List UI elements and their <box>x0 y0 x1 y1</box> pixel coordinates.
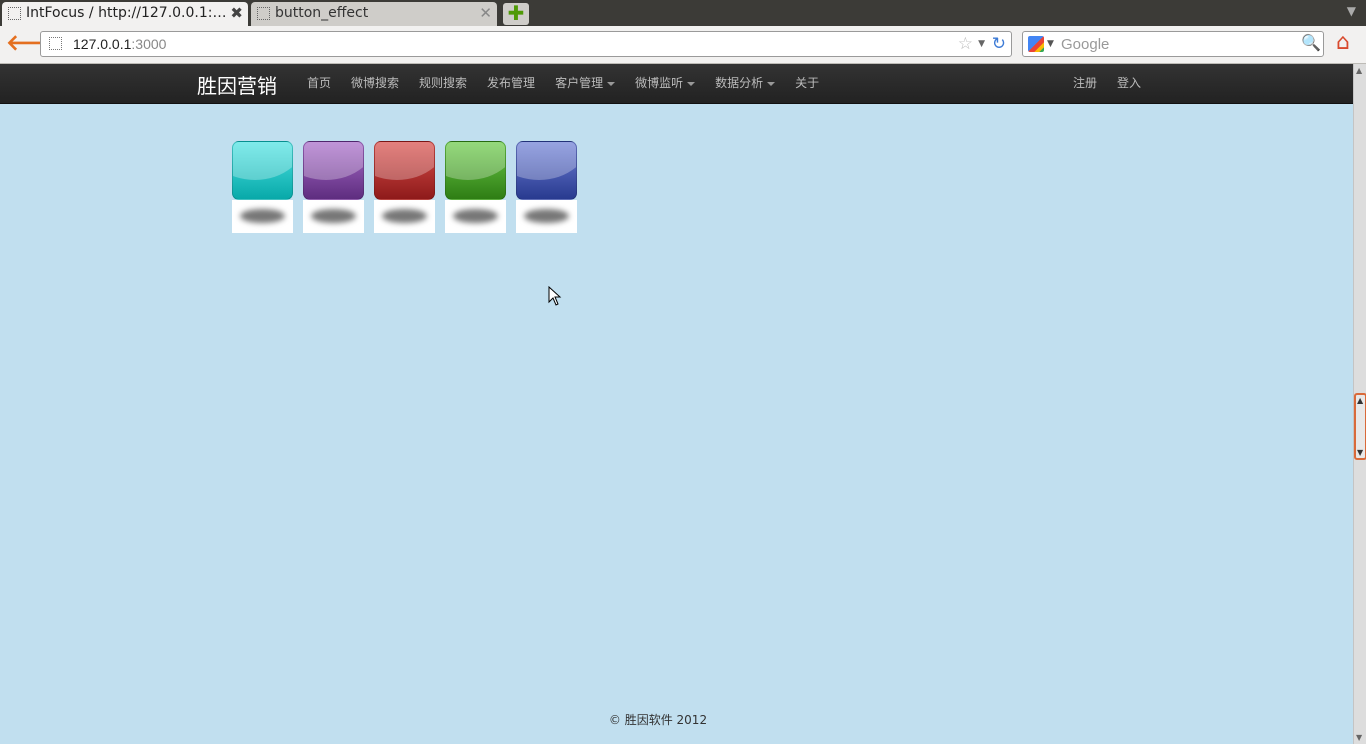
nav-label: 注册 <box>1073 76 1098 90</box>
reload-icon[interactable]: ↻ <box>992 34 1006 54</box>
red-glossy-button[interactable] <box>374 141 435 200</box>
page-icon <box>257 7 270 20</box>
url-text: 127.0.0.1:3000 <box>73 36 166 52</box>
nav-label: 客户管理 <box>555 76 604 90</box>
scroll-down-icon[interactable]: ▼ <box>1356 733 1362 742</box>
nav-login[interactable]: 登入 <box>1107 64 1151 104</box>
address-bar[interactable]: 127.0.0.1:3000 ☆ ▼ ↻ <box>40 31 1012 57</box>
history-dropdown-icon[interactable]: ▼ <box>978 39 985 49</box>
caret-down-icon <box>767 81 776 86</box>
url-port: :3000 <box>131 36 167 52</box>
tab-button-effect[interactable]: button_effect ✕ <box>251 2 497 26</box>
site-identity-icon[interactable] <box>49 37 62 50</box>
nav-label: 微博搜索 <box>351 76 400 90</box>
close-tab-icon[interactable]: ✖ <box>230 2 243 24</box>
new-tab-button[interactable]: ✚ <box>503 3 529 25</box>
nav-label: 关于 <box>795 76 820 90</box>
account-menu: 注册 登入 <box>1063 64 1151 104</box>
search-input[interactable]: Google <box>1061 36 1109 53</box>
close-tab-icon[interactable]: ✕ <box>479 2 492 24</box>
browser-toolbar: 🡐 127.0.0.1:3000 ☆ ▼ ↻ ▼ Google 🔍 ⌂ <box>0 26 1366 64</box>
green-glossy-button[interactable] <box>445 141 506 200</box>
cyan-glossy-button[interactable] <box>232 141 293 200</box>
browser-tab-bar: IntFocus / http://127.0.0.1:… ✖ button_e… <box>0 0 1366 26</box>
button-reflection <box>445 200 506 233</box>
page-icon <box>8 7 21 20</box>
button-reflection <box>303 200 364 233</box>
caret-down-icon <box>607 81 616 86</box>
tile-cyan <box>232 140 293 233</box>
nav-home[interactable]: 首页 <box>297 64 341 104</box>
site-navbar: 胜因营销 首页 微博搜索 规则搜索 发布管理 客户管理 微博监听 数据分析 关于… <box>0 64 1353 104</box>
nav-label: 首页 <box>307 76 332 90</box>
button-reflection <box>374 200 435 233</box>
nav-customer-management[interactable]: 客户管理 <box>545 64 625 104</box>
site-brand[interactable]: 胜因营销 <box>197 70 277 99</box>
button-tiles <box>232 140 577 233</box>
tile-purple <box>303 140 364 233</box>
tab-intfocus[interactable]: IntFocus / http://127.0.0.1:… ✖ <box>2 2 248 26</box>
nav-data-analysis[interactable]: 数据分析 <box>705 64 785 104</box>
scroll-up-icon[interactable]: ▲ <box>1356 66 1362 75</box>
thumb-up-icon[interactable]: ▲ <box>1357 396 1363 405</box>
nav-publish-management[interactable]: 发布管理 <box>477 64 545 104</box>
thumb-down-icon[interactable]: ▼ <box>1357 448 1363 457</box>
scrollbar-thumb[interactable]: ▲ ▼ <box>1354 393 1366 460</box>
home-icon[interactable]: ⌂ <box>1336 31 1350 55</box>
nav-rule-search[interactable]: 规则搜索 <box>409 64 477 104</box>
tile-blue <box>516 140 577 233</box>
tab-title: button_effect <box>275 5 369 21</box>
blue-glossy-button[interactable] <box>516 141 577 200</box>
nav-label: 规则搜索 <box>419 76 468 90</box>
main-menu: 首页 微博搜索 规则搜索 发布管理 客户管理 微博监听 数据分析 关于 <box>297 64 829 104</box>
nav-about[interactable]: 关于 <box>785 64 829 104</box>
mouse-cursor-icon <box>548 286 562 306</box>
search-icon[interactable]: 🔍 <box>1301 33 1321 52</box>
nav-weibo-search[interactable]: 微博搜索 <box>341 64 409 104</box>
tile-green <box>445 140 506 233</box>
caret-down-icon <box>687 81 696 86</box>
purple-glossy-button[interactable] <box>303 141 364 200</box>
bookmark-star-icon[interactable]: ☆ <box>958 34 973 54</box>
nav-label: 微博监听 <box>635 76 684 90</box>
tab-list-icon[interactable]: ▼ <box>1347 4 1356 18</box>
search-bar[interactable]: ▼ Google 🔍 <box>1022 31 1324 57</box>
button-reflection <box>516 200 577 233</box>
nav-label: 数据分析 <box>715 76 764 90</box>
google-icon[interactable] <box>1028 36 1044 52</box>
url-host: 127.0.0.1 <box>73 36 132 52</box>
search-engine-dropdown-icon[interactable]: ▼ <box>1047 39 1054 49</box>
vertical-scrollbar[interactable]: ▲ ▲ ▼ ▼ <box>1353 64 1366 744</box>
tile-red <box>374 140 435 233</box>
nav-label: 发布管理 <box>487 76 536 90</box>
button-reflection <box>232 200 293 233</box>
nav-register[interactable]: 注册 <box>1063 64 1107 104</box>
tab-title: IntFocus / http://127.0.0.1:… <box>26 5 227 21</box>
page-footer: © 胜因软件 2012 <box>608 713 708 727</box>
nav-weibo-monitor[interactable]: 微博监听 <box>625 64 705 104</box>
nav-label: 登入 <box>1117 76 1142 90</box>
